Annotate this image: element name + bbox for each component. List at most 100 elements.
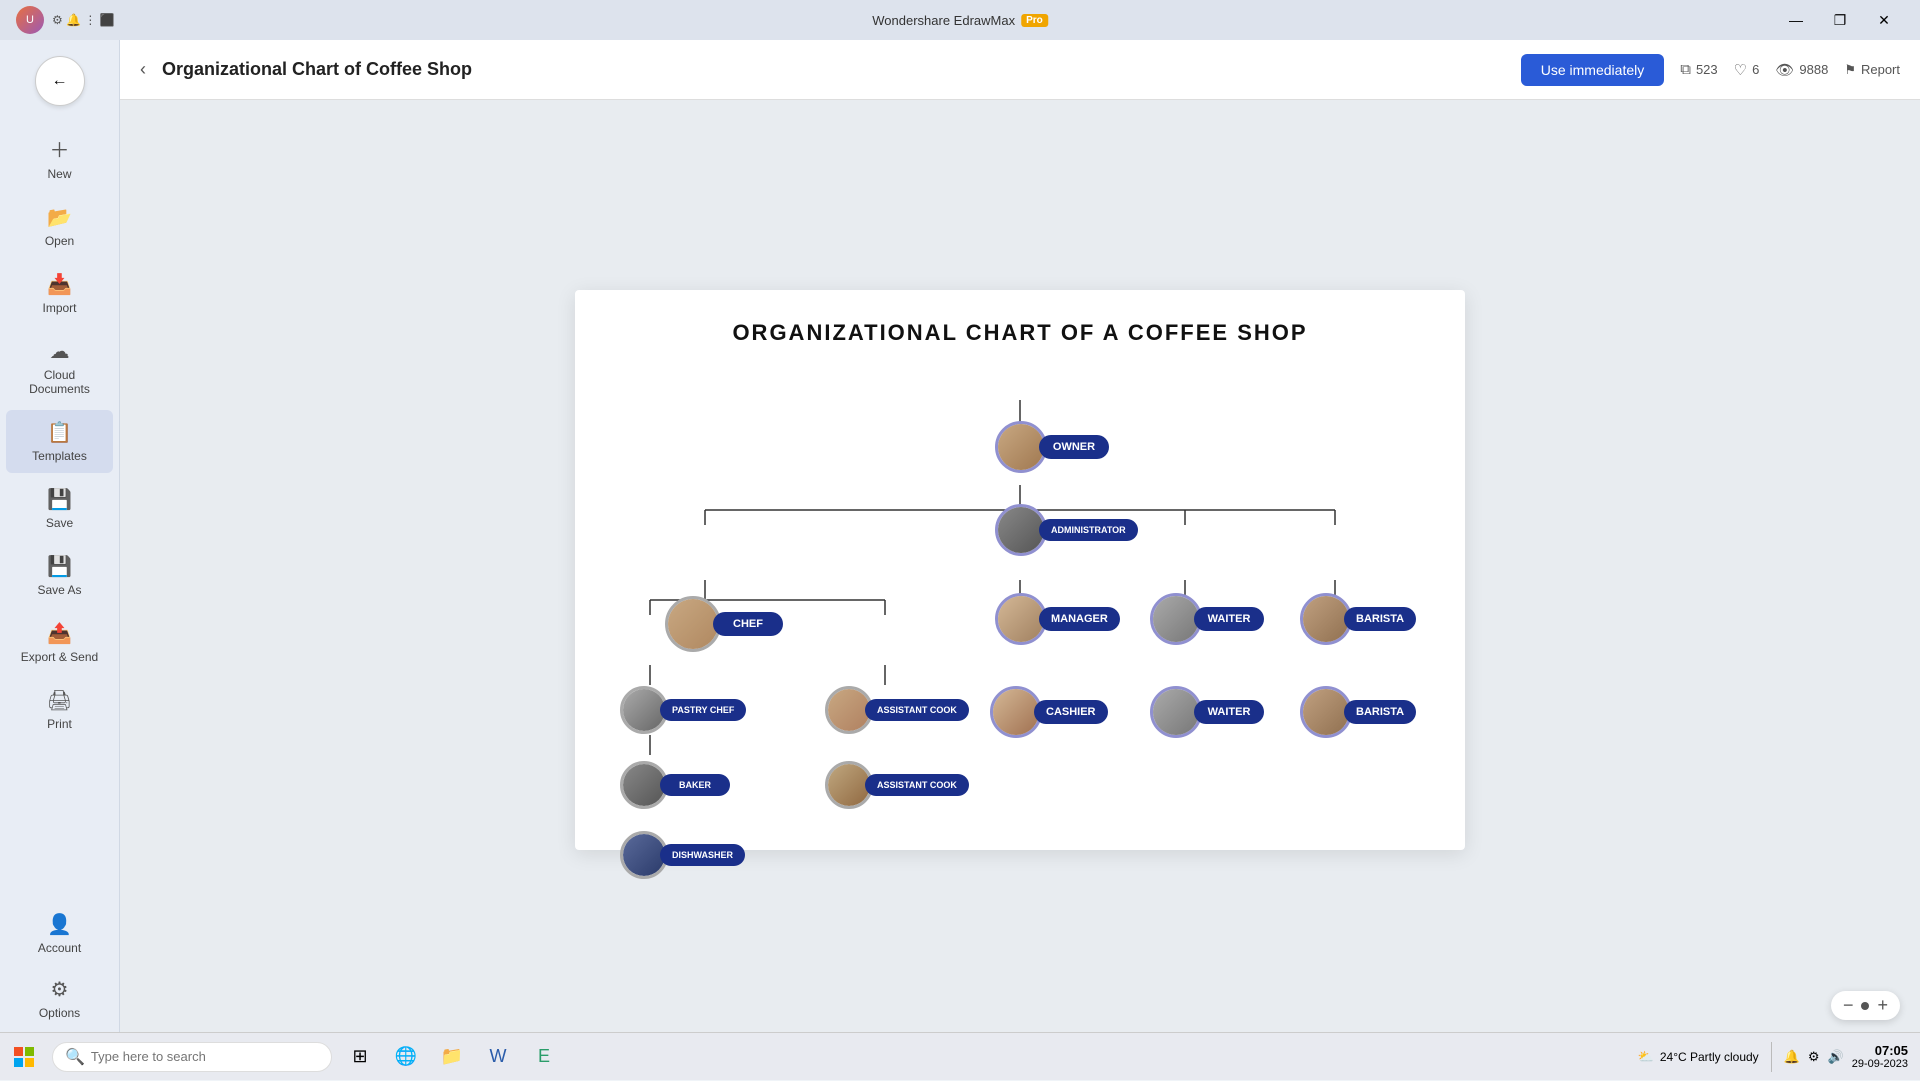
barista1-label: BARISTA [1344,607,1416,631]
sidebar-item-account[interactable]: 👤 Account [6,902,113,965]
barista2-label: BARISTA [1344,700,1416,724]
toolbar-icons: ⚙ 🔔 ⋮ ⬛ [52,13,115,27]
node-asst-cook2: ASSISTANT COOK [825,761,969,809]
weather-text: 24°C Partly cloudy [1660,1050,1759,1064]
owner-label: OWNER [1039,435,1109,459]
new-icon: ＋ [50,134,70,163]
minimize-button[interactable]: — [1776,5,1816,35]
node-owner: OWNER [995,421,1109,473]
baker-label: BAKER [660,774,730,796]
sidebar-item-options[interactable]: ⚙ Options [6,967,113,1030]
print-icon: 🖨 [47,688,72,713]
notification-icon: 🔔 [1784,1049,1800,1065]
app-name: Wondershare EdrawMax [872,13,1015,28]
asst-cook1-label: ASSISTANT COOK [865,699,969,721]
export-icon: 📤 [47,621,72,646]
sidebar-label-export: Export & Send [21,650,98,664]
sidebar-label-print: Print [47,717,72,731]
node-dishwasher: DISHWASHER [620,831,745,879]
search-input[interactable] [91,1049,291,1064]
file-explorer-icon[interactable]: 📁 [432,1037,472,1077]
template-header: ‹ Organizational Chart of Coffee Shop Us… [120,40,1920,100]
close-button[interactable]: ✕ [1864,5,1904,35]
use-immediately-button[interactable]: Use immediately [1521,54,1664,86]
zoom-indicator [1861,1002,1869,1010]
node-chef: CHEF [665,596,783,652]
sidebar-label-account: Account [38,941,81,955]
back-chevron-icon[interactable]: ‹ [140,59,146,80]
sidebar-label-open: Open [45,234,74,248]
zoom-in-button[interactable]: + [1877,995,1888,1016]
clock-time: 07:05 [1852,1043,1908,1058]
app-window: U ⚙ 🔔 ⋮ ⬛ Wondershare EdrawMax Pro — ❐ ✕… [0,0,1920,1040]
restore-button[interactable]: ❐ [1820,5,1860,35]
start-button[interactable] [0,1033,48,1081]
copies-count: 523 [1696,62,1718,77]
word-icon[interactable]: W [478,1037,518,1077]
cloud-icon: ☁ [50,339,70,364]
title-bar-controls: — ❐ ✕ [1776,5,1904,35]
sidebar-label-cloud: Cloud Documents [14,368,105,396]
zoom-controls: − + [1831,991,1900,1020]
browser-icon[interactable]: 🌐 [386,1037,426,1077]
system-tray: ⛅ 24°C Partly cloudy [1638,1049,1759,1065]
node-waiter1: WAITER [1150,593,1264,645]
account-icon: 👤 [47,912,72,937]
sidebar-label-save: Save [46,516,73,530]
back-icon: ← [52,72,68,90]
heart-icon: ♡ [1734,61,1747,79]
eye-icon: 👁 [1775,61,1794,79]
taskbar-clock: 07:05 29-09-2023 [1852,1043,1908,1070]
report-label: Report [1861,62,1900,77]
content-area: ‹ Organizational Chart of Coffee Shop Us… [120,40,1920,1040]
title-bar-title: Wondershare EdrawMax Pro [872,13,1048,28]
sidebar-item-save[interactable]: 💾 Save [6,477,113,540]
taskbar: 🔍 ⊞ 🌐 📁 W E ⛅ 24°C Partly cloudy 🔔 ⚙ 🔊 0… [0,1032,1920,1080]
sidebar-item-open[interactable]: 📂 Open [6,195,113,258]
sidebar-label-saveas: Save As [37,583,81,597]
sidebar-item-saveas[interactable]: 💾 Save As [6,544,113,607]
sidebar-item-print[interactable]: 🖨 Print [6,678,113,741]
sidebar-label-templates: Templates [32,449,87,463]
sidebar-item-new[interactable]: ＋ New [6,124,113,191]
sidebar-item-import[interactable]: 📥 Import [6,262,113,325]
dishwasher-label: DISHWASHER [660,844,745,866]
node-manager: MANAGER [995,593,1120,645]
settings-tray-icon: ⚙ [1808,1049,1820,1065]
node-cashier: CASHIER [990,686,1108,738]
node-admin: ADMINISTRATOR [995,504,1138,556]
back-button[interactable]: ← [35,56,85,106]
edrawmax-icon[interactable]: E [524,1037,564,1077]
sidebar-label-new: New [47,167,71,181]
report-button[interactable]: ⚑ Report [1844,62,1900,78]
pastry-label: PASTRY CHEF [660,699,746,721]
templates-icon: 📋 [47,420,72,445]
template-title: Organizational Chart of Coffee Shop [162,59,1505,80]
sidebar-item-cloud[interactable]: ☁ Cloud Documents [6,329,113,406]
search-icon: 🔍 [65,1047,85,1067]
task-view-icon[interactable]: ⊞ [340,1037,380,1077]
taskbar-right: ⛅ 24°C Partly cloudy 🔔 ⚙ 🔊 07:05 29-09-2… [1638,1042,1920,1072]
views-count: 9888 [1799,62,1828,77]
import-icon: 📥 [47,272,72,297]
options-icon: ⚙ [51,977,69,1002]
taskbar-app-icons: ⊞ 🌐 📁 W E [340,1037,564,1077]
title-bar-left: U ⚙ 🔔 ⋮ ⬛ [16,6,115,34]
tray-divider [1771,1042,1772,1072]
title-bar: U ⚙ 🔔 ⋮ ⬛ Wondershare EdrawMax Pro — ❐ ✕ [0,0,1920,40]
report-icon: ⚑ [1844,62,1856,78]
taskbar-search[interactable]: 🔍 [52,1042,332,1072]
save-icon: 💾 [47,487,72,512]
zoom-out-button[interactable]: − [1843,995,1854,1016]
node-asst-cook1: ASSISTANT COOK [825,686,969,734]
waiter1-label: WAITER [1194,607,1264,631]
diagram-canvas: ORGANIZATIONAL CHART OF A COFFEE SHOP [575,290,1465,850]
header-actions: Use immediately ⧉ 523 ♡ 6 👁 9888 ⚑ [1521,54,1900,86]
cashier-label: CASHIER [1034,700,1108,724]
volume-icon: 🔊 [1828,1049,1844,1065]
sidebar-item-templates[interactable]: 📋 Templates [6,410,113,473]
open-icon: 📂 [47,205,72,230]
sidebar-item-export[interactable]: 📤 Export & Send [6,611,113,674]
clock-date: 29-09-2023 [1852,1058,1908,1070]
sidebar-label-import: Import [42,301,76,315]
